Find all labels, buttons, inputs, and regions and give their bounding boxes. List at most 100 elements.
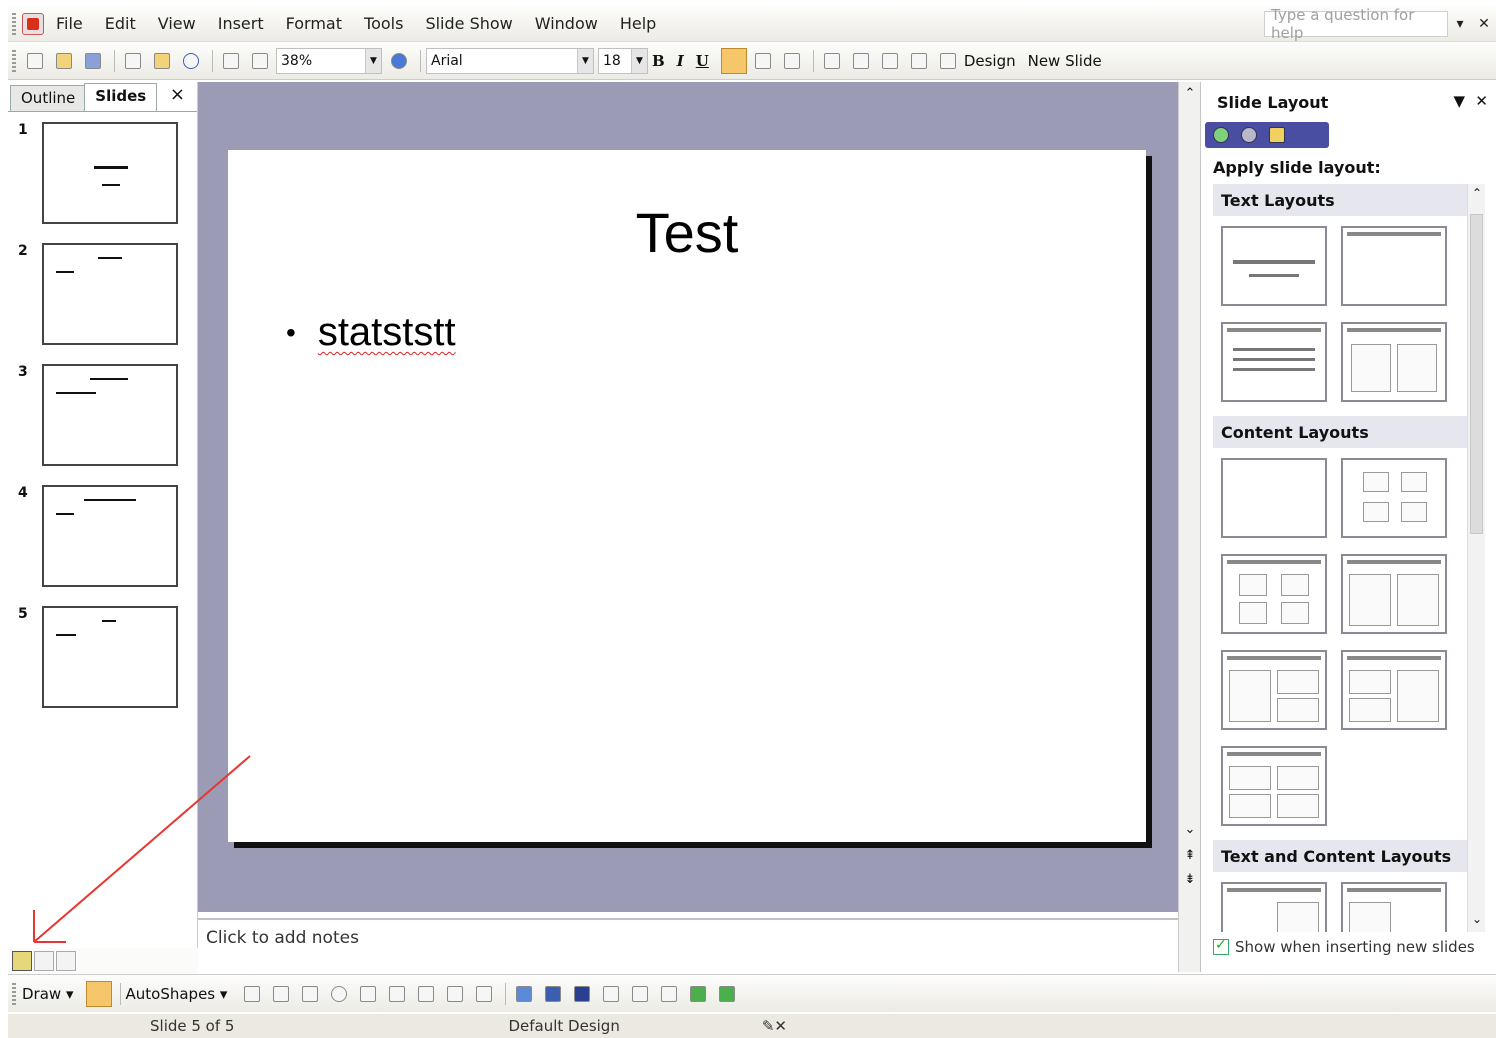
home-icon[interactable] <box>1269 127 1285 143</box>
design-button[interactable]: Design <box>964 52 1016 70</box>
chevron-down-icon[interactable]: ▼ <box>365 48 381 73</box>
slide-thumbnail[interactable] <box>42 485 178 587</box>
copy-icon[interactable] <box>120 48 146 74</box>
scrollbar-thumb[interactable] <box>1470 214 1483 534</box>
slide-thumbnail-row[interactable]: 5 <box>18 606 178 708</box>
powerpoint-app-icon[interactable] <box>22 12 44 35</box>
insert-table-icon[interactable] <box>218 48 244 74</box>
clip-art-icon[interactable] <box>442 981 468 1007</box>
slide-thumbnail-row[interactable]: 2 <box>18 243 178 345</box>
numbering-icon[interactable] <box>819 48 845 74</box>
layout-title-content-and-2-content[interactable] <box>1221 650 1327 730</box>
slide-show-view-icon[interactable] <box>56 951 76 971</box>
previous-slide-icon[interactable]: ⇞ <box>1179 848 1201 863</box>
dash-style-icon[interactable] <box>627 981 653 1007</box>
fill-color-icon[interactable] <box>511 981 537 1007</box>
increase-indent-icon[interactable] <box>935 48 961 74</box>
scroll-down-icon[interactable]: ⌄ <box>1468 912 1486 926</box>
picture-icon[interactable] <box>471 981 497 1007</box>
menu-window[interactable]: Window <box>535 14 598 33</box>
scroll-up-icon[interactable]: ⌃ <box>1179 86 1201 101</box>
chevron-down-icon[interactable]: ▼ <box>577 48 593 73</box>
decrease-indent-icon[interactable] <box>906 48 932 74</box>
zoom-combo[interactable]: 38% ▼ <box>276 47 382 74</box>
slide-title[interactable]: Test <box>228 200 1146 265</box>
font-name-combo[interactable]: Arial ▼ <box>426 47 594 74</box>
font-size-combo[interactable]: 18 ▼ <box>598 47 648 74</box>
font-color-icon[interactable] <box>569 981 595 1007</box>
autoshapes-menu-button[interactable]: AutoShapes ▾ <box>126 985 228 1003</box>
slide-thumbnail-row[interactable]: 4 <box>18 485 178 587</box>
scroll-up-icon[interactable]: ⌃ <box>1468 186 1486 200</box>
tab-outline[interactable]: Outline <box>10 85 87 111</box>
undo-icon[interactable] <box>178 48 204 74</box>
close-document-icon[interactable]: ✕ <box>1472 16 1496 32</box>
menu-help[interactable]: Help <box>620 14 656 33</box>
show-when-inserting-option[interactable]: Show when inserting new slides <box>1213 937 1475 956</box>
slide-canvas[interactable]: Test • statststt <box>228 150 1146 842</box>
3d-style-icon[interactable] <box>714 981 740 1007</box>
wordart-icon[interactable] <box>384 981 410 1007</box>
slide-thumbnail[interactable] <box>42 243 178 345</box>
chevron-down-icon[interactable]: ▼ <box>631 48 647 73</box>
menu-slide-show[interactable]: Slide Show <box>425 14 512 33</box>
open-icon[interactable] <box>51 48 77 74</box>
save-icon[interactable] <box>80 48 106 74</box>
menu-format[interactable]: Format <box>286 14 342 33</box>
layout-title-and-text[interactable] <box>1221 322 1327 402</box>
italic-button[interactable]: I <box>677 52 684 70</box>
align-right-icon[interactable] <box>779 48 805 74</box>
increase-font-icon[interactable] <box>877 48 903 74</box>
task-pane-title[interactable]: Slide Layout <box>1217 93 1328 112</box>
insert-chart-icon[interactable] <box>247 48 273 74</box>
normal-view-icon[interactable] <box>12 951 32 971</box>
layout-content[interactable] <box>1341 458 1447 538</box>
menu-insert[interactable]: Insert <box>218 14 264 33</box>
task-pane-scrollbar[interactable]: ⌃ ⌄ <box>1467 184 1485 932</box>
layout-title-slide[interactable] <box>1221 226 1327 306</box>
bullet-text[interactable]: statststt <box>318 310 456 355</box>
slide-bullet-item[interactable]: • statststt <box>286 310 456 355</box>
spelling-status-icon[interactable]: ✎✕ <box>762 1017 787 1035</box>
layout-title-and-2-content[interactable] <box>1341 554 1447 634</box>
slide-thumbnail[interactable] <box>42 606 178 708</box>
slide-thumbnail[interactable] <box>42 122 178 224</box>
task-pane-controls[interactable]: ▼ ✕ <box>1453 92 1488 110</box>
help-search-input[interactable]: Type a question for help <box>1264 6 1448 42</box>
back-icon[interactable] <box>1213 127 1229 143</box>
align-center-icon[interactable] <box>750 48 776 74</box>
slide-thumbnail[interactable] <box>42 364 178 466</box>
oval-icon[interactable] <box>326 981 352 1007</box>
help-icon[interactable] <box>386 48 412 74</box>
select-objects-icon[interactable] <box>85 980 112 1007</box>
slide-thumbnail-row[interactable]: 1 <box>18 122 178 224</box>
text-box-icon[interactable] <box>355 981 381 1007</box>
toolbar-grip[interactable] <box>12 49 16 72</box>
layout-title-text-and-content[interactable] <box>1221 882 1327 932</box>
line-icon[interactable] <box>239 981 265 1007</box>
scroll-down-icon[interactable]: ⌄ <box>1179 822 1201 837</box>
close-pane-icon[interactable]: × <box>170 84 185 105</box>
arrow-icon[interactable] <box>268 981 294 1007</box>
notes-area[interactable]: Click to add notes <box>198 918 1178 972</box>
show-when-checkbox[interactable] <box>1213 937 1229 955</box>
toolbar-grip[interactable] <box>12 12 16 35</box>
menu-tools[interactable]: Tools <box>364 14 403 33</box>
menu-edit[interactable]: Edit <box>105 14 136 33</box>
arrow-style-icon[interactable] <box>656 981 682 1007</box>
help-dropdown-icon[interactable]: ▾ <box>1448 16 1472 32</box>
line-style-icon[interactable] <box>598 981 624 1007</box>
new-slide-button[interactable]: New Slide <box>1028 52 1102 70</box>
bullets-icon[interactable] <box>848 48 874 74</box>
layout-blank[interactable] <box>1221 458 1327 538</box>
layout-title-only[interactable] <box>1341 226 1447 306</box>
line-color-icon[interactable] <box>540 981 566 1007</box>
underline-button[interactable]: U <box>696 52 709 70</box>
rectangle-icon[interactable] <box>297 981 323 1007</box>
next-slide-icon[interactable]: ⇟ <box>1179 872 1201 887</box>
draw-menu-button[interactable]: Draw ▾ <box>22 985 74 1003</box>
menu-view[interactable]: View <box>158 14 196 33</box>
layout-title-2-content-and-content[interactable] <box>1341 650 1447 730</box>
layout-title-and-4-content[interactable] <box>1221 746 1327 826</box>
menu-file[interactable]: File <box>56 14 83 33</box>
